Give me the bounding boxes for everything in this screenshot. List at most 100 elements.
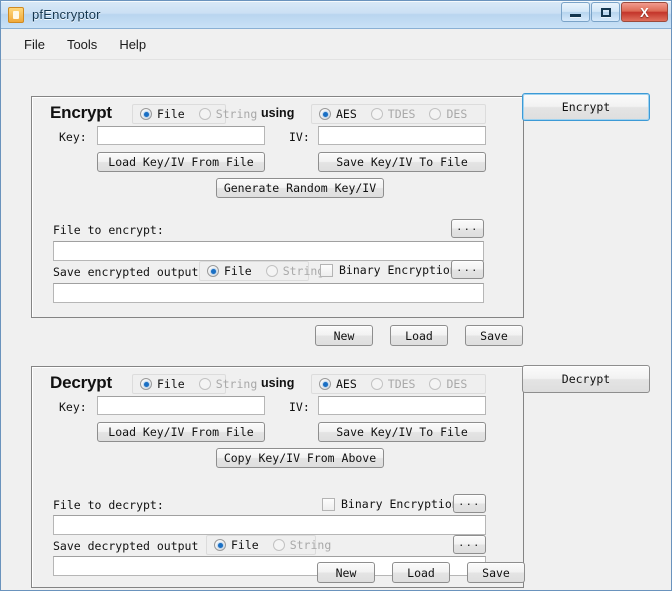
decrypt-copy-key-button[interactable]: Copy Key/IV From Above	[216, 448, 384, 468]
radio-unselected-icon	[370, 378, 383, 390]
application-window: pfEncryptor X File Tools Help Encrypt Fi…	[0, 0, 672, 591]
radio-unselected-icon	[198, 378, 211, 390]
decrypt-output-file-label: File	[231, 538, 259, 552]
menu-item-tools[interactable]: Tools	[56, 33, 108, 56]
decrypt-mode-string-radio[interactable]: String	[192, 375, 265, 393]
decrypt-load-button[interactable]: Load	[392, 562, 450, 583]
encrypt-output-file-radio[interactable]: File	[200, 262, 259, 280]
decrypt-save-button[interactable]: Save	[467, 562, 525, 583]
radio-unselected-icon	[429, 108, 442, 120]
decrypt-action-button[interactable]: Decrypt	[522, 365, 650, 393]
decrypt-mode-file-label: File	[157, 377, 185, 391]
decrypt-load-key-button[interactable]: Load Key/IV From File	[97, 422, 265, 442]
maximize-icon	[600, 7, 611, 17]
decrypt-output-file-radio[interactable]: File	[207, 536, 266, 554]
radio-selected-icon	[207, 265, 219, 277]
decrypt-cipher-des-label: DES	[446, 377, 468, 391]
decrypt-heading: Decrypt	[50, 373, 112, 392]
radio-unselected-icon	[265, 265, 278, 277]
encrypt-load-button[interactable]: Load	[390, 325, 448, 346]
encrypt-generate-key-button[interactable]: Generate Random Key/IV	[216, 178, 384, 198]
encrypt-cipher-tdes-radio[interactable]: TDES	[364, 105, 423, 123]
encrypt-mode-string-radio[interactable]: String	[192, 105, 265, 123]
encrypt-cipher-aes-radio[interactable]: AES	[312, 105, 364, 123]
decrypt-cipher-radio-group: AES TDES DES	[311, 374, 486, 394]
encrypt-save-button[interactable]: Save	[465, 325, 523, 346]
app-document-icon	[8, 6, 24, 23]
decrypt-cipher-tdes-label: TDES	[387, 377, 416, 391]
encrypt-cipher-aes-label: AES	[336, 107, 357, 121]
encrypt-cipher-des-label: DES	[446, 107, 468, 121]
encrypt-new-button[interactable]: New	[315, 325, 373, 346]
decrypt-using-label: using	[261, 376, 295, 390]
menu-item-file[interactable]: File	[13, 33, 56, 56]
radio-unselected-icon	[370, 108, 383, 120]
encrypt-binary-checkbox[interactable]: Binary Encryption	[320, 263, 457, 277]
decrypt-cipher-aes-radio[interactable]: AES	[312, 375, 364, 393]
maximize-button[interactable]	[591, 2, 620, 22]
encrypt-key-label: Key:	[59, 130, 87, 144]
encrypt-key-input[interactable]	[97, 126, 265, 145]
decrypt-cipher-aes-label: AES	[336, 377, 357, 391]
encrypt-iv-input[interactable]	[318, 126, 486, 145]
minimize-icon	[570, 13, 581, 17]
radio-selected-icon	[319, 378, 331, 390]
radio-selected-icon	[140, 378, 152, 390]
encrypt-file-browse-button[interactable]: ...	[451, 219, 484, 238]
decrypt-cipher-des-radio[interactable]: DES	[422, 375, 474, 393]
decrypt-output-label: Save decrypted output to	[53, 539, 220, 553]
encrypt-iv-label: IV:	[289, 130, 310, 144]
decrypt-file-label: File to decrypt:	[53, 498, 164, 512]
minimize-button[interactable]	[561, 2, 590, 22]
encrypt-save-key-button[interactable]: Save Key/IV To File	[318, 152, 486, 172]
encrypt-output-input[interactable]	[53, 283, 484, 303]
encrypt-output-string-label: String	[282, 264, 325, 278]
checkbox-unchecked-icon	[320, 263, 333, 277]
main-content: Encrypt File String using AES TDES DES K…	[1, 60, 671, 590]
encrypt-output-browse-button[interactable]: ...	[451, 260, 484, 279]
checkbox-unchecked-icon	[322, 497, 335, 511]
encrypt-output-file-label: File	[224, 264, 252, 278]
radio-unselected-icon	[198, 108, 211, 120]
decrypt-key-label: Key:	[59, 400, 87, 414]
close-button[interactable]: X	[621, 2, 668, 22]
decrypt-output-browse-button[interactable]: ...	[453, 535, 486, 554]
encrypt-file-input[interactable]	[53, 241, 484, 261]
encrypt-mode-file-radio[interactable]: File	[133, 105, 192, 123]
decrypt-binary-checkbox[interactable]: Binary Encryption	[322, 497, 459, 511]
menu-item-help[interactable]: Help	[108, 33, 157, 56]
encrypt-output-label: Save encrypted output to	[53, 265, 203, 279]
decrypt-save-key-button[interactable]: Save Key/IV To File	[318, 422, 486, 442]
radio-unselected-icon	[272, 539, 285, 551]
radio-selected-icon	[214, 539, 226, 551]
encrypt-binary-checkbox-label: Binary Encryption	[339, 263, 457, 277]
decrypt-binary-checkbox-label: Binary Encryption	[341, 497, 459, 511]
encrypt-action-button[interactable]: Encrypt	[522, 93, 650, 121]
title-bar[interactable]: pfEncryptor X	[1, 1, 671, 29]
decrypt-output-string-label: String	[289, 538, 332, 552]
decrypt-new-button[interactable]: New	[317, 562, 375, 583]
encrypt-mode-radio-group: File String	[132, 104, 257, 124]
decrypt-output-string-radio[interactable]: String	[266, 536, 339, 554]
decrypt-mode-string-label: String	[215, 377, 258, 391]
encrypt-cipher-des-radio[interactable]: DES	[422, 105, 474, 123]
decrypt-output-radio-group: File String	[206, 535, 331, 555]
decrypt-key-input[interactable]	[97, 396, 265, 415]
radio-unselected-icon	[429, 378, 442, 390]
decrypt-iv-label: IV:	[289, 400, 310, 414]
encrypt-heading: Encrypt	[50, 103, 112, 122]
radio-selected-icon	[319, 108, 331, 120]
decrypt-cipher-tdes-radio[interactable]: TDES	[364, 375, 423, 393]
decrypt-mode-radio-group: File String	[132, 374, 257, 394]
caption-buttons: X	[561, 2, 668, 22]
radio-selected-icon	[140, 108, 152, 120]
encrypt-mode-file-label: File	[157, 107, 185, 121]
decrypt-iv-input[interactable]	[318, 396, 486, 415]
decrypt-mode-file-radio[interactable]: File	[133, 375, 192, 393]
decrypt-file-input[interactable]	[53, 515, 486, 535]
encrypt-mode-string-label: String	[215, 107, 258, 121]
encrypt-cipher-tdes-label: TDES	[387, 107, 416, 121]
encrypt-using-label: using	[261, 106, 295, 120]
encrypt-load-key-button[interactable]: Load Key/IV From File	[97, 152, 265, 172]
decrypt-file-browse-button[interactable]: ...	[453, 494, 486, 513]
